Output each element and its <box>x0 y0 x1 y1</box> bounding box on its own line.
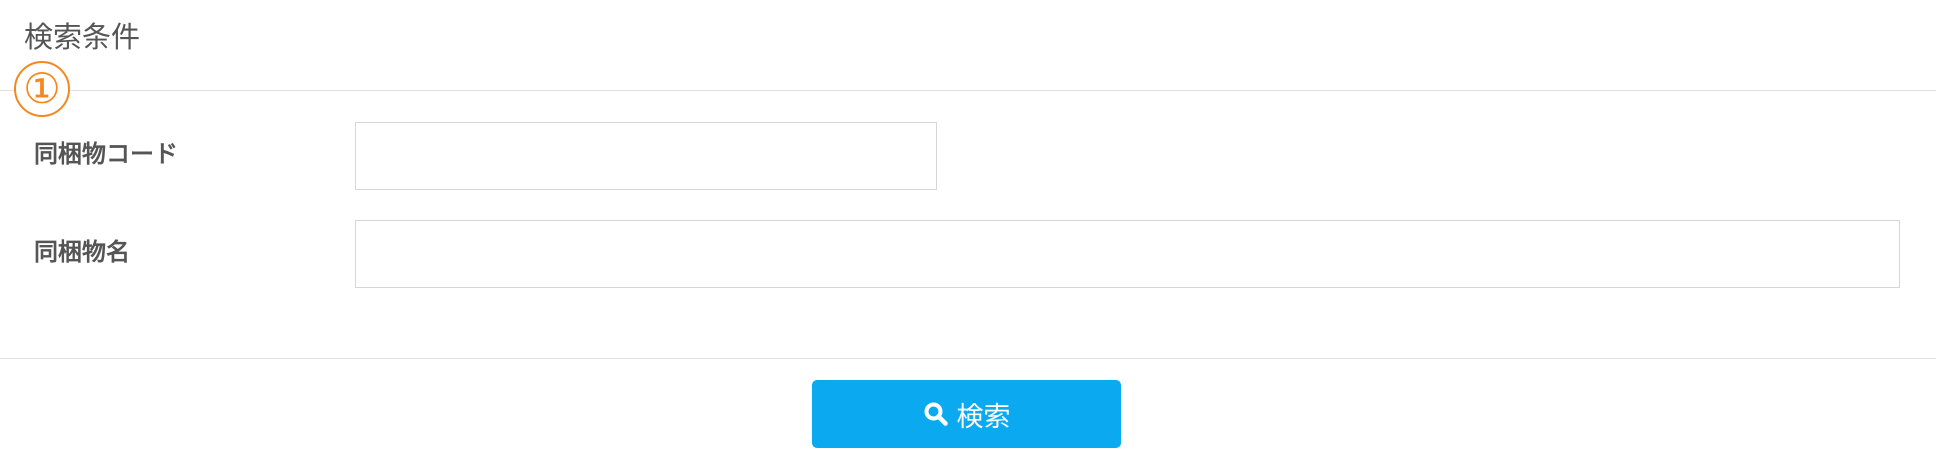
bundle-name-label: 同梱物名 <box>34 238 130 266</box>
annotation-marker: ① <box>14 61 70 117</box>
search-button-label: 検索 <box>956 401 1011 433</box>
search-button[interactable]: 検索 <box>812 380 1121 448</box>
search-icon <box>923 401 949 427</box>
bundle-code-input[interactable] <box>355 122 937 190</box>
header-divider <box>0 90 1936 91</box>
bundle-code-label: 同梱物コード <box>34 140 178 168</box>
bundle-name-input[interactable] <box>355 220 1900 288</box>
footer-divider <box>0 358 1936 359</box>
panel-title: 検索条件 <box>24 20 141 54</box>
